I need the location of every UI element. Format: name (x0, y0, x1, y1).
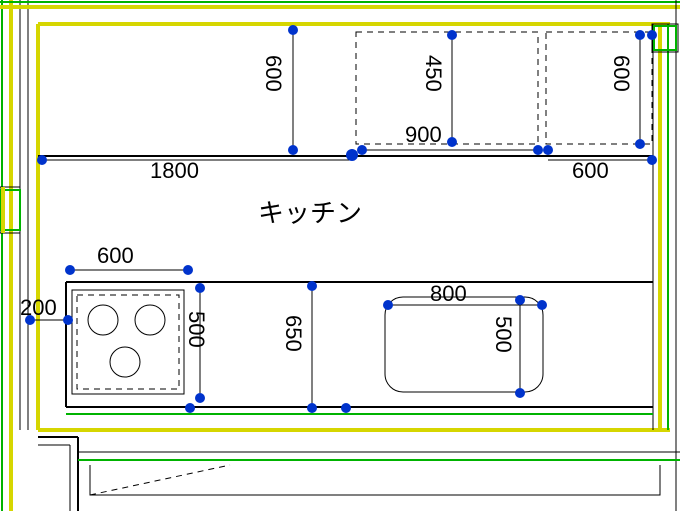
dim-upper-cabinet-depth: 600 (260, 55, 286, 92)
dim-right-unit-depth: 600 (608, 55, 634, 92)
dim-hanging-unit-width: 900 (405, 122, 442, 148)
dim-upper-cabinet-width: 1800 (150, 158, 199, 184)
dim-sink-depth: 500 (490, 316, 516, 353)
dim-right-unit-width: 600 (572, 158, 609, 184)
room-name-label: キッチン (258, 193, 362, 230)
dim-hanging-unit-depth: 450 (420, 55, 446, 92)
dim-cooktop-width: 600 (97, 243, 134, 269)
dim-counter-depth: 650 (280, 315, 306, 352)
dim-sink-width: 800 (430, 281, 467, 307)
dim-cooktop-offset: 200 (20, 295, 57, 321)
dim-cooktop-depth: 500 (183, 311, 209, 348)
